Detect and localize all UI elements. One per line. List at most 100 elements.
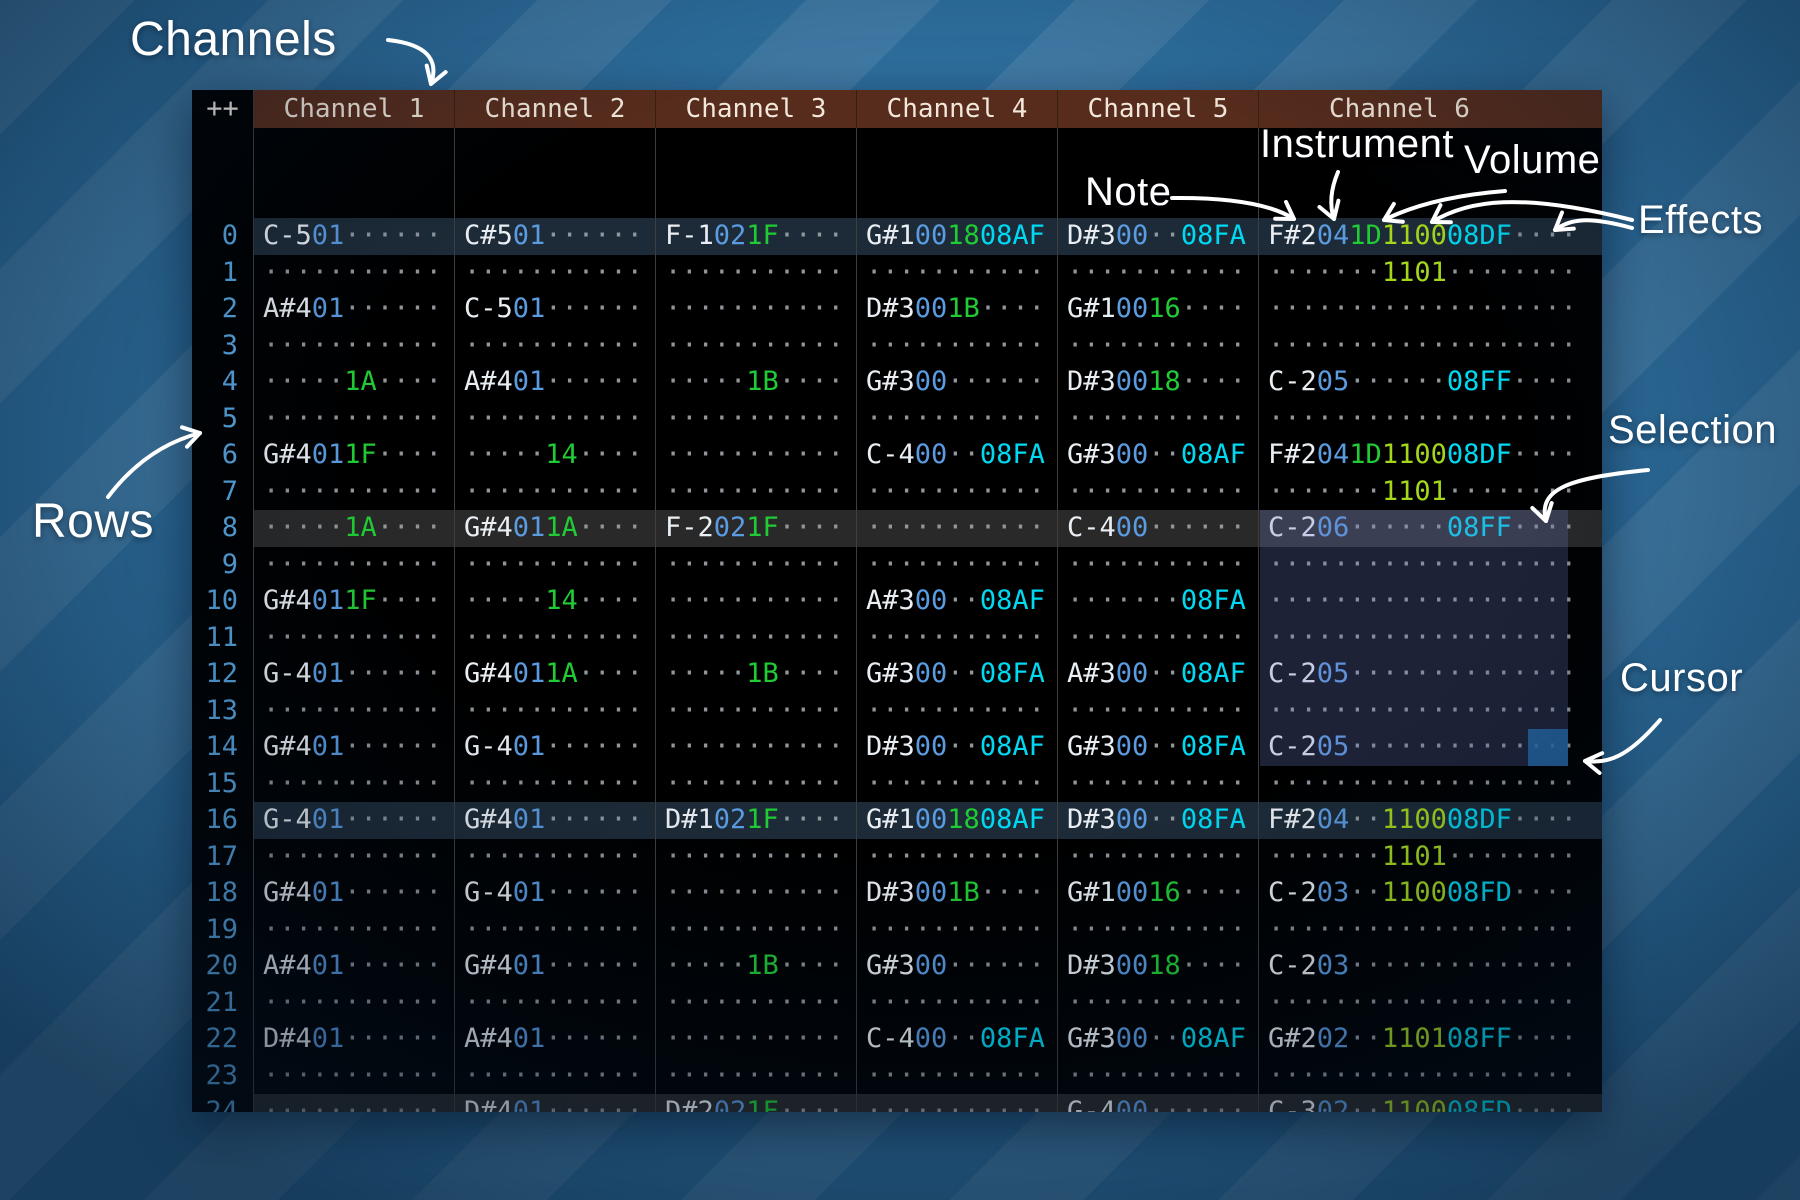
pattern-cell-ch3[interactable]: ··········· — [656, 985, 857, 1022]
pattern-cell-ch2[interactable]: C-501······ — [455, 291, 656, 328]
pattern-cell-ch1[interactable]: ··········· — [254, 401, 455, 438]
pattern-cell-ch5[interactable]: G#10016···· — [1058, 875, 1259, 912]
pattern-cell-ch5[interactable]: G#300··08AF — [1058, 437, 1259, 474]
pattern-cell-ch2[interactable]: C#501······ — [455, 218, 656, 255]
pattern-cell-ch5[interactable]: ··········· — [1058, 766, 1259, 803]
pattern-cell-ch2[interactable]: G#401······ — [455, 948, 656, 985]
pattern-cell-ch1[interactable]: ··········· — [254, 620, 455, 657]
pattern-cell-ch4[interactable]: ··········· — [857, 620, 1058, 657]
pattern-cell-ch6[interactable]: G#202··110108FF···· — [1259, 1021, 1602, 1058]
pattern-cell-ch2[interactable]: ··········· — [455, 1058, 656, 1095]
pattern-cell-ch4[interactable]: D#3001B···· — [857, 875, 1058, 912]
pattern-cell-ch1[interactable]: C-501······ — [254, 218, 455, 255]
header-corner-cell[interactable]: ++ — [192, 90, 254, 128]
channel-header-4[interactable]: Channel 4 — [857, 90, 1058, 128]
pattern-cell-ch1[interactable]: G-401······ — [254, 802, 455, 839]
pattern-cell-ch6[interactable]: ··················· — [1259, 693, 1602, 730]
pattern-cell-ch5[interactable]: ··········· — [1058, 328, 1259, 365]
pattern-cell-ch2[interactable]: D#401······ — [455, 1094, 656, 1112]
pattern-cell-ch2[interactable]: A#401······ — [455, 364, 656, 401]
pattern-cell-ch3[interactable]: F-2021F···· — [656, 510, 857, 547]
pattern-cell-ch1[interactable]: A#401······ — [254, 948, 455, 985]
pattern-cell-ch3[interactable]: ··········· — [656, 328, 857, 365]
pattern-cell-ch4[interactable]: G#300······ — [857, 364, 1058, 401]
pattern-cell-ch2[interactable]: ·····14···· — [455, 437, 656, 474]
pattern-cell-ch4[interactable]: G#300··08FA — [857, 656, 1058, 693]
pattern-cell-ch2[interactable]: ··········· — [455, 912, 656, 949]
pattern-cell-ch1[interactable]: G#4011F···· — [254, 437, 455, 474]
pattern-cell-ch2[interactable]: ··········· — [455, 985, 656, 1022]
pattern-cell-ch6[interactable]: ·······1101········ — [1259, 474, 1602, 511]
pattern-cell-ch2[interactable]: ··········· — [455, 839, 656, 876]
channel-header-1[interactable]: Channel 1 — [254, 90, 455, 128]
pattern-cell-ch6[interactable]: ··················· — [1259, 1058, 1602, 1095]
pattern-cell-ch5[interactable]: D#300··08FA — [1058, 802, 1259, 839]
pattern-cell-ch5[interactable]: D#30018···· — [1058, 948, 1259, 985]
edit-cursor[interactable] — [1528, 729, 1568, 766]
pattern-cell-ch6[interactable]: ·······1101········ — [1259, 255, 1602, 292]
pattern-cell-ch6[interactable]: ··················· — [1259, 766, 1602, 803]
pattern-cell-ch1[interactable]: ··········· — [254, 255, 455, 292]
pattern-cell-ch4[interactable]: ··········· — [857, 912, 1058, 949]
pattern-cell-ch5[interactable]: G#300··08AF — [1058, 1021, 1259, 1058]
pattern-cell-ch1[interactable]: ·····1A···· — [254, 510, 455, 547]
pattern-cell-ch2[interactable]: ··········· — [455, 401, 656, 438]
pattern-cell-ch5[interactable]: G#10016···· — [1058, 291, 1259, 328]
pattern-cell-ch3[interactable]: F-1021F···· — [656, 218, 857, 255]
pattern-cell-ch3[interactable]: ··········· — [656, 583, 857, 620]
pattern-cell-ch3[interactable]: ··········· — [656, 547, 857, 584]
pattern-cell-ch5[interactable]: G-400······ — [1058, 1094, 1259, 1112]
pattern-cell-ch6[interactable]: ··················· — [1259, 401, 1602, 438]
pattern-cell-ch1[interactable]: G#401······ — [254, 729, 455, 766]
pattern-cell-ch2[interactable]: ··········· — [455, 474, 656, 511]
pattern-cell-ch5[interactable]: ··········· — [1058, 474, 1259, 511]
pattern-cell-ch6[interactable]: ··················· — [1259, 985, 1602, 1022]
pattern-cell-ch4[interactable]: D#3001B···· — [857, 291, 1058, 328]
pattern-cell-ch6[interactable]: C-206······08FF···· — [1259, 510, 1602, 547]
pattern-cell-ch6[interactable]: C-203··110008FD···· — [1259, 875, 1602, 912]
pattern-cell-ch3[interactable]: ·····1B···· — [656, 948, 857, 985]
pattern-cell-ch5[interactable]: ··········· — [1058, 693, 1259, 730]
pattern-cell-ch3[interactable]: ··········· — [656, 766, 857, 803]
pattern-cell-ch3[interactable]: ··········· — [656, 1021, 857, 1058]
pattern-cell-ch6[interactable]: ··················· — [1259, 547, 1602, 584]
pattern-cell-ch5[interactable]: G#300··08FA — [1058, 729, 1259, 766]
pattern-cell-ch6[interactable]: ··················· — [1259, 328, 1602, 365]
pattern-cell-ch4[interactable]: ··········· — [857, 510, 1058, 547]
pattern-cell-ch1[interactable]: A#401······ — [254, 291, 455, 328]
pattern-cell-ch1[interactable]: ··········· — [254, 328, 455, 365]
pattern-cell-ch5[interactable]: ··········· — [1058, 401, 1259, 438]
pattern-cell-ch5[interactable]: ··········· — [1058, 620, 1259, 657]
pattern-cell-ch3[interactable]: D#1021F···· — [656, 802, 857, 839]
pattern-cell-ch5[interactable]: ··········· — [1058, 912, 1259, 949]
pattern-cell-ch4[interactable]: ··········· — [857, 401, 1058, 438]
pattern-cell-ch1[interactable]: ··········· — [254, 912, 455, 949]
pattern-cell-ch6[interactable]: C-203·············· — [1259, 948, 1602, 985]
channel-header-3[interactable]: Channel 3 — [656, 90, 857, 128]
pattern-cell-ch3[interactable]: ··········· — [656, 839, 857, 876]
pattern-cell-ch5[interactable]: ·······08FA — [1058, 583, 1259, 620]
pattern-cell-ch4[interactable]: ··········· — [857, 693, 1058, 730]
pattern-cell-ch4[interactable]: C-400··08FA — [857, 1021, 1058, 1058]
pattern-editor[interactable]: 0C-501······C#501······F-1021F····G#1001… — [192, 128, 1602, 1112]
pattern-cell-ch6[interactable]: C-205······08FF···· — [1259, 364, 1602, 401]
pattern-cell-ch2[interactable] — [455, 128, 656, 218]
pattern-cell-ch3[interactable]: ·····1B···· — [656, 656, 857, 693]
pattern-cell-ch4[interactable]: ··········· — [857, 255, 1058, 292]
pattern-cell-ch1[interactable]: ··········· — [254, 693, 455, 730]
pattern-cell-ch2[interactable]: A#401······ — [455, 1021, 656, 1058]
channel-header-2[interactable]: Channel 2 — [455, 90, 656, 128]
pattern-cell-ch2[interactable]: ··········· — [455, 766, 656, 803]
pattern-cell-ch3[interactable]: ··········· — [656, 1058, 857, 1095]
pattern-cell-ch4[interactable]: A#300··08AF — [857, 583, 1058, 620]
pattern-cell-ch1[interactable]: G#401······ — [254, 875, 455, 912]
pattern-cell-ch1[interactable]: G#4011F···· — [254, 583, 455, 620]
pattern-cell-ch1[interactable]: ··········· — [254, 1094, 455, 1112]
pattern-cell-ch1[interactable]: D#401······ — [254, 1021, 455, 1058]
pattern-cell-ch5[interactable]: ··········· — [1058, 985, 1259, 1022]
pattern-cell-ch2[interactable]: ··········· — [455, 328, 656, 365]
pattern-cell-ch2[interactable]: ··········· — [455, 620, 656, 657]
pattern-cell-ch3[interactable]: ··········· — [656, 693, 857, 730]
pattern-cell-ch4[interactable]: ··········· — [857, 474, 1058, 511]
pattern-cell-ch4[interactable]: C-400··08FA — [857, 437, 1058, 474]
